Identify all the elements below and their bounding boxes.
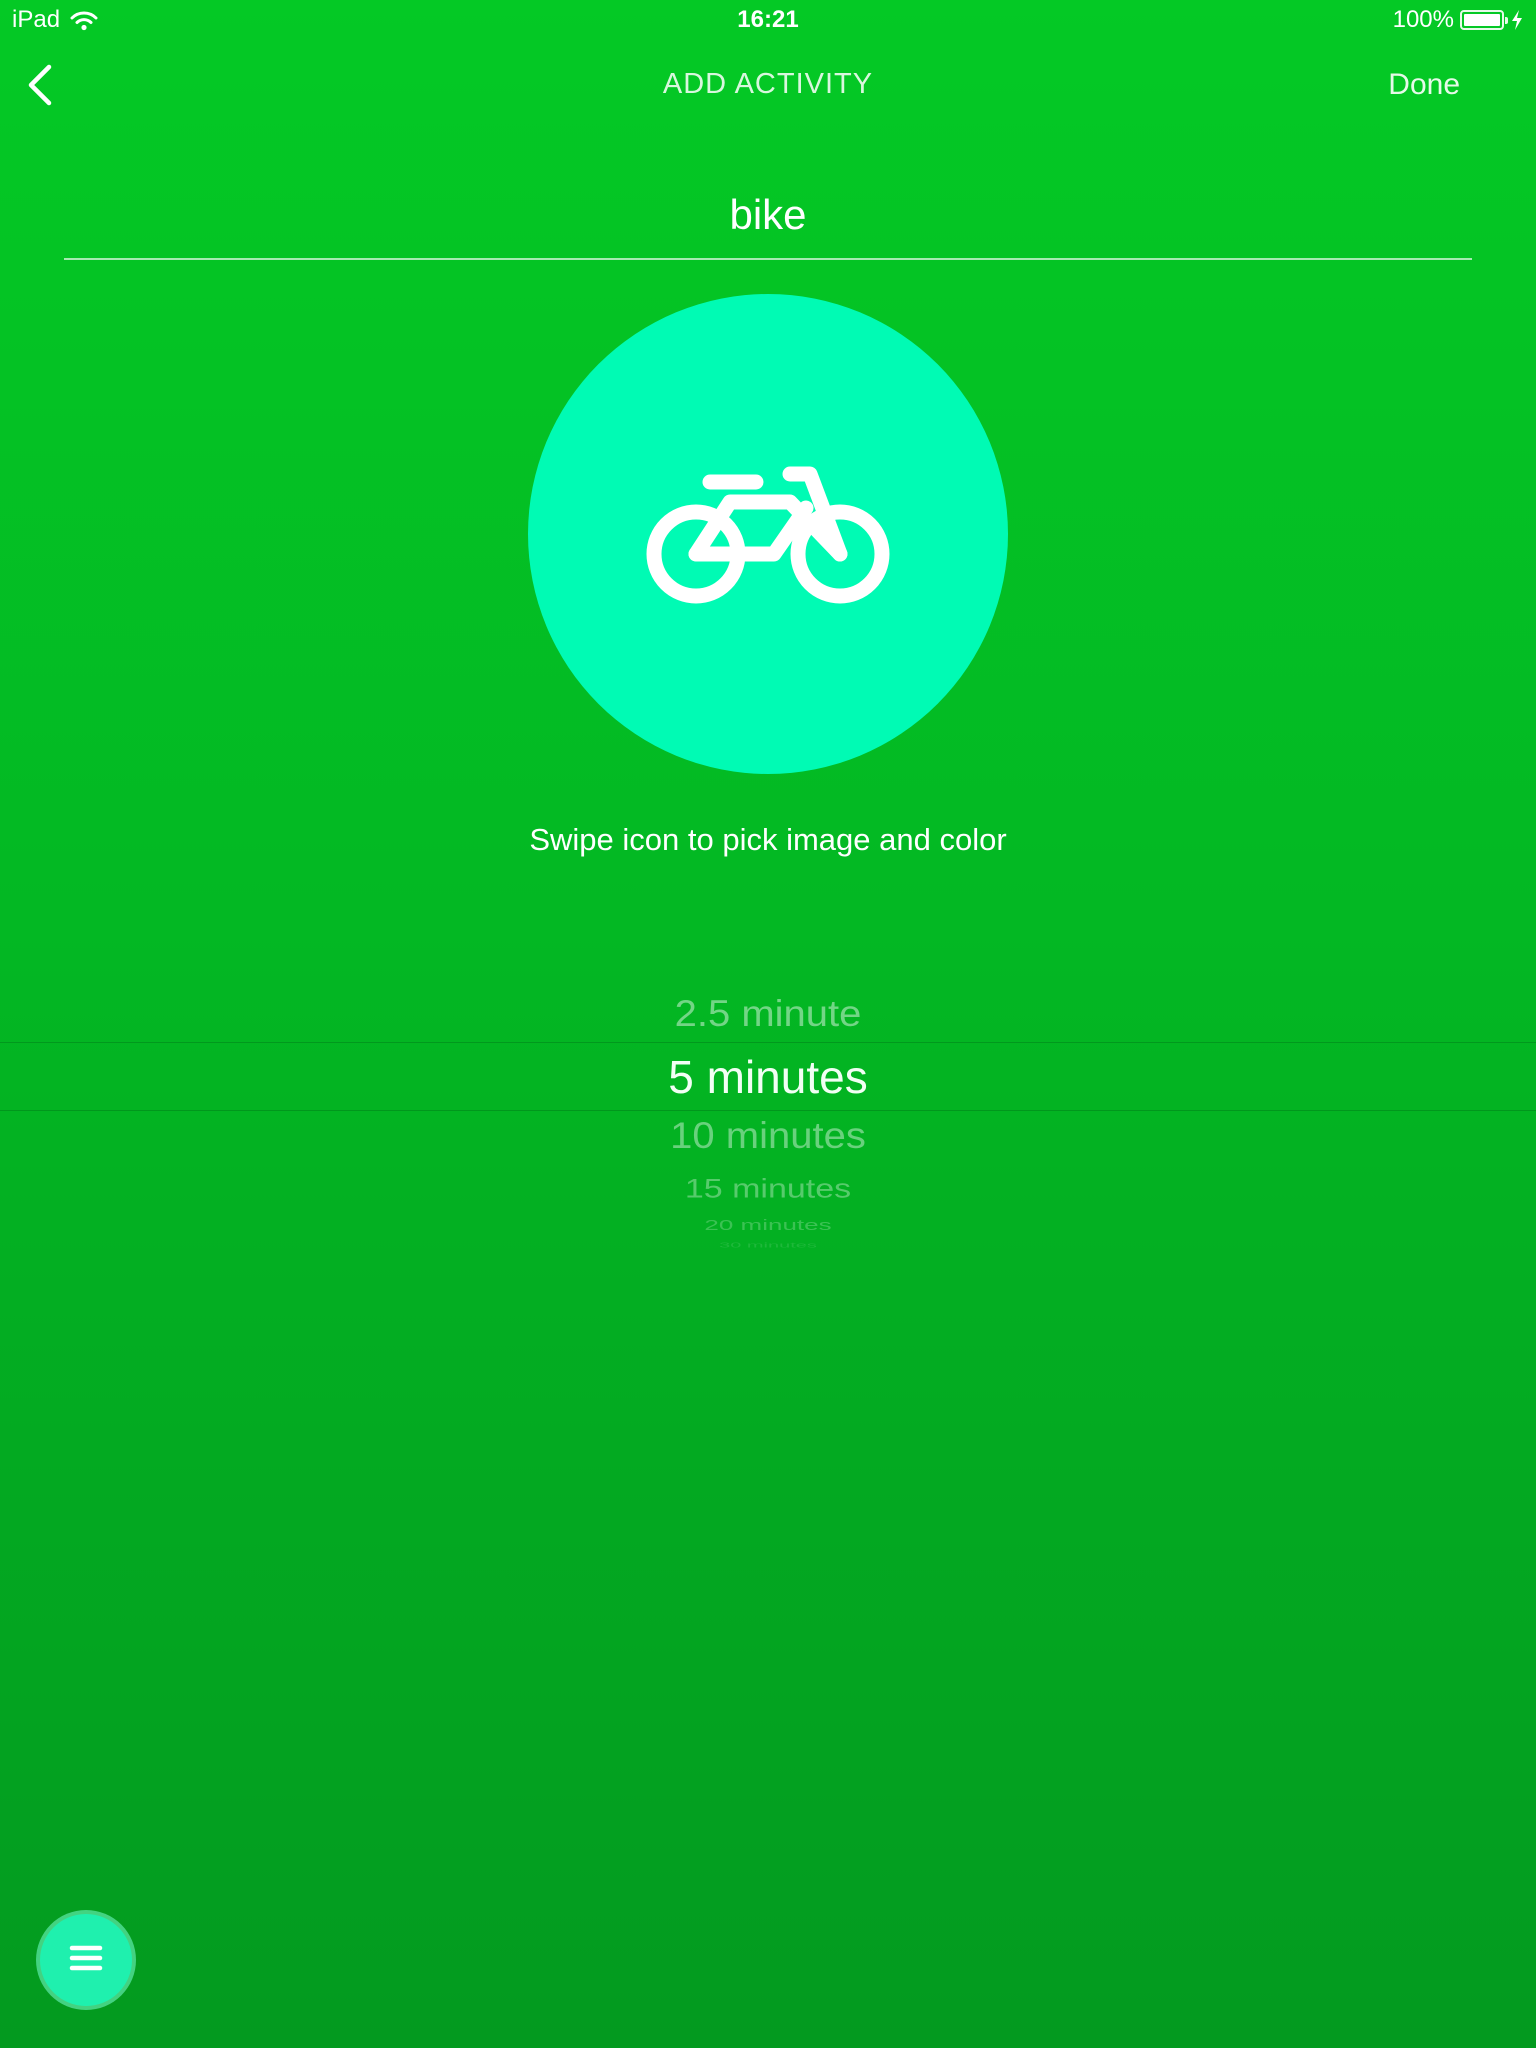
status-right: 100%	[1393, 6, 1524, 34]
activity-icon-picker[interactable]	[528, 294, 1008, 774]
battery-percent: 100%	[1392, 6, 1454, 33]
picker-selection-bottom-line	[0, 1110, 1536, 1111]
duration-picker[interactable]: 2.5 minute 5 minutes 10 minutes 15 minut…	[0, 980, 1536, 1260]
picker-option[interactable]: 15 minutes	[0, 1174, 1536, 1204]
battery-icon	[1460, 10, 1508, 30]
picker-option[interactable]: 20 minutes	[0, 1217, 1536, 1234]
picker-selection-top-line	[0, 1042, 1536, 1043]
picker-option[interactable]: 30 minutes	[0, 1241, 1536, 1249]
picker-option-selected[interactable]: 5 minutes	[0, 1050, 1536, 1104]
menu-icon	[68, 1943, 104, 1978]
status-time: 16:21	[737, 6, 799, 33]
picker-option[interactable]: 2.5 minute	[0, 994, 1536, 1035]
menu-button[interactable]	[40, 1914, 132, 2006]
icon-hint-text: Swipe icon to pick image and color	[529, 822, 1007, 857]
done-button[interactable]: Done	[1388, 68, 1460, 102]
status-bar: iPad 16:21 100%	[0, 0, 1536, 40]
nav-bar: ADD ACTIVITY Done	[0, 48, 1536, 124]
page-title: ADD ACTIVITY	[662, 68, 874, 100]
picker-option[interactable]: 10 minutes	[0, 1116, 1536, 1157]
bicycle-icon	[638, 452, 898, 617]
activity-name-field[interactable]: bike	[64, 180, 1472, 260]
activity-name-value[interactable]: bike	[64, 180, 1472, 250]
battery-level	[1464, 14, 1500, 26]
charging-bolt-icon	[1510, 9, 1524, 31]
